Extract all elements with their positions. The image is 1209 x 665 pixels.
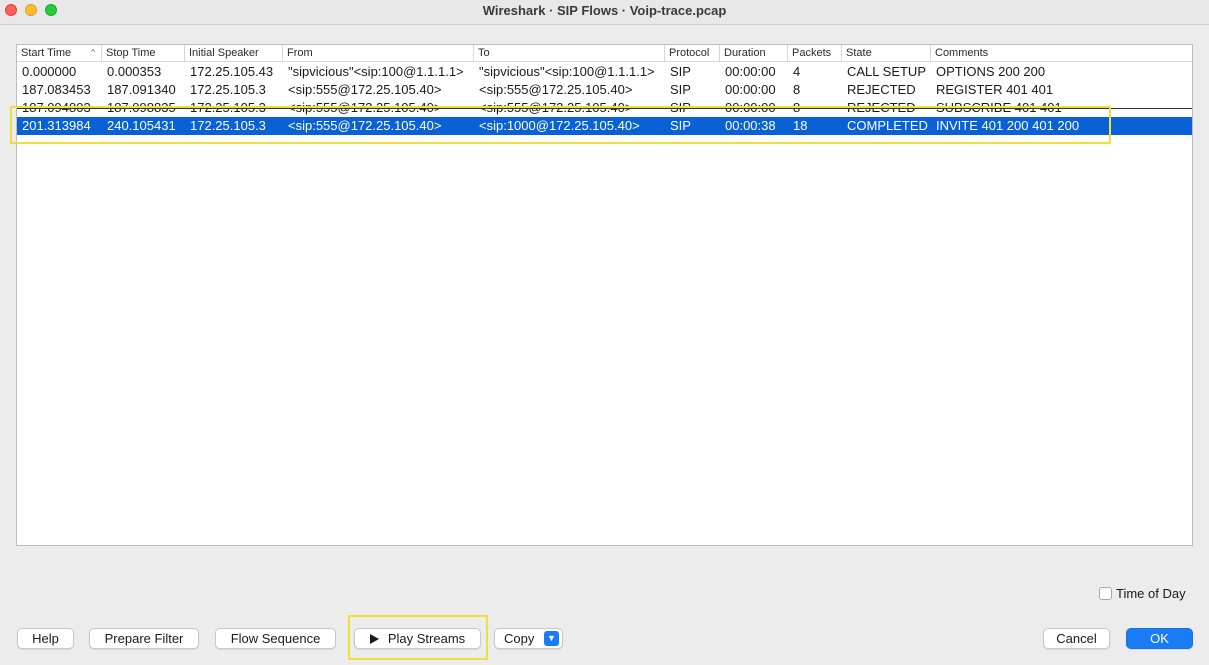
flow-sequence-button[interactable]: Flow Sequence (215, 628, 336, 649)
state-cell: REJECTED (847, 100, 916, 115)
table-header: Start Time ^ Stop Time Initial Speaker F… (17, 45, 1192, 62)
initial-speaker-cell: 172.25.105.3 (190, 100, 266, 115)
from-cell: <sip:555@172.25.105.40> (288, 118, 442, 133)
state-cell: COMPLETED (847, 118, 928, 133)
stop-time-cell: 187.091340 (107, 82, 176, 97)
comments-cell: REGISTER 401 401 (936, 82, 1054, 97)
to-cell: <sip:555@172.25.105.40> (479, 82, 633, 97)
sip-flows-table[interactable]: Start Time ^ Stop Time Initial Speaker F… (16, 44, 1193, 546)
to-cell: <sip:1000@172.25.105.40> (479, 118, 640, 133)
stop-time-cell: 0.000353 (107, 64, 162, 79)
from-cell: <sip:555@172.25.105.40> (288, 82, 442, 97)
packets-cell: 8 (793, 82, 801, 97)
initial-speaker-cell: 172.25.105.43 (190, 64, 274, 79)
comments-cell: OPTIONS 200 200 (936, 64, 1046, 79)
title-bar: Wireshark · SIP Flows · Voip-trace.pcap (0, 0, 1209, 25)
to-cell: <sip:555@172.25.105.40> (479, 100, 633, 115)
column-header-start-time[interactable]: Start Time ^ (17, 45, 102, 61)
window-title: Wireshark · SIP Flows · Voip-trace.pcap (482, 3, 727, 18)
protocol-cell: SIP (670, 82, 691, 97)
initial-speaker-cell: 172.25.105.3 (190, 118, 266, 133)
chevron-down-icon: ▼ (544, 631, 559, 646)
cancel-button[interactable]: Cancel (1043, 628, 1110, 649)
duration-cell: 00:00:00 (725, 100, 776, 115)
duration-cell: 00:00:38 (725, 118, 776, 133)
table-row[interactable]: 187.094803 187.098835 172.25.105.3 <sip:… (17, 99, 1192, 117)
start-time-cell: 201.313984 (22, 118, 91, 133)
packets-cell: 4 (793, 64, 801, 79)
from-cell: "sipvicious"<sip:100@1.1.1.1> (288, 64, 464, 79)
comments-cell: SUBSCRIBE 401 401 (936, 100, 1062, 115)
stop-time-cell: 240.105431 (107, 118, 176, 133)
protocol-cell: SIP (670, 100, 691, 115)
state-cell: CALL SETUP (847, 64, 926, 79)
help-button[interactable]: Help (17, 628, 74, 649)
start-time-cell: 187.094803 (22, 100, 91, 115)
initial-speaker-cell: 172.25.105.3 (190, 82, 266, 97)
protocol-cell: SIP (670, 64, 691, 79)
time-of-day-label: Time of Day (1116, 586, 1186, 601)
duration-cell: 00:00:00 (725, 82, 776, 97)
start-time-cell: 0.000000 (22, 64, 77, 79)
column-header-stop-time[interactable]: Stop Time (102, 45, 185, 61)
packets-cell: 18 (793, 118, 808, 133)
comments-cell: INVITE 401 200 401 200 (936, 118, 1080, 133)
column-header-initial-speaker[interactable]: Initial Speaker (185, 45, 283, 61)
state-cell: REJECTED (847, 82, 916, 97)
stop-time-cell: 187.098835 (107, 100, 176, 115)
table-row[interactable]: 0.000000 0.000353 172.25.105.43 "sipvici… (17, 63, 1192, 81)
column-header-from[interactable]: From (283, 45, 474, 61)
column-header-to[interactable]: To (474, 45, 665, 61)
column-header-duration[interactable]: Duration (720, 45, 788, 61)
prepare-filter-button[interactable]: Prepare Filter (89, 628, 199, 649)
table-row-selected[interactable]: 201.313984 240.105431 172.25.105.3 <sip:… (17, 117, 1192, 135)
column-header-packets[interactable]: Packets (788, 45, 842, 61)
column-header-state[interactable]: State (842, 45, 931, 61)
play-streams-button[interactable]: Play Streams (354, 628, 481, 649)
play-icon (369, 634, 379, 644)
start-time-cell: 187.083453 (22, 82, 91, 97)
copy-combo-button[interactable]: Copy ▼ (494, 628, 563, 649)
time-of-day-checkbox[interactable] (1099, 587, 1112, 600)
sort-ascending-icon: ^ (91, 48, 95, 57)
duration-cell: 00:00:00 (725, 64, 776, 79)
packets-cell: 8 (793, 100, 801, 115)
table-row[interactable]: 187.083453 187.091340 172.25.105.3 <sip:… (17, 81, 1192, 99)
column-header-comments[interactable]: Comments (931, 45, 1192, 61)
to-cell: "sipvicious"<sip:100@1.1.1.1> (479, 64, 655, 79)
protocol-cell: SIP (670, 118, 691, 133)
from-cell: <sip:555@172.25.105.40> (288, 100, 442, 115)
column-header-protocol[interactable]: Protocol (665, 45, 720, 61)
ok-button[interactable]: OK (1126, 628, 1193, 649)
